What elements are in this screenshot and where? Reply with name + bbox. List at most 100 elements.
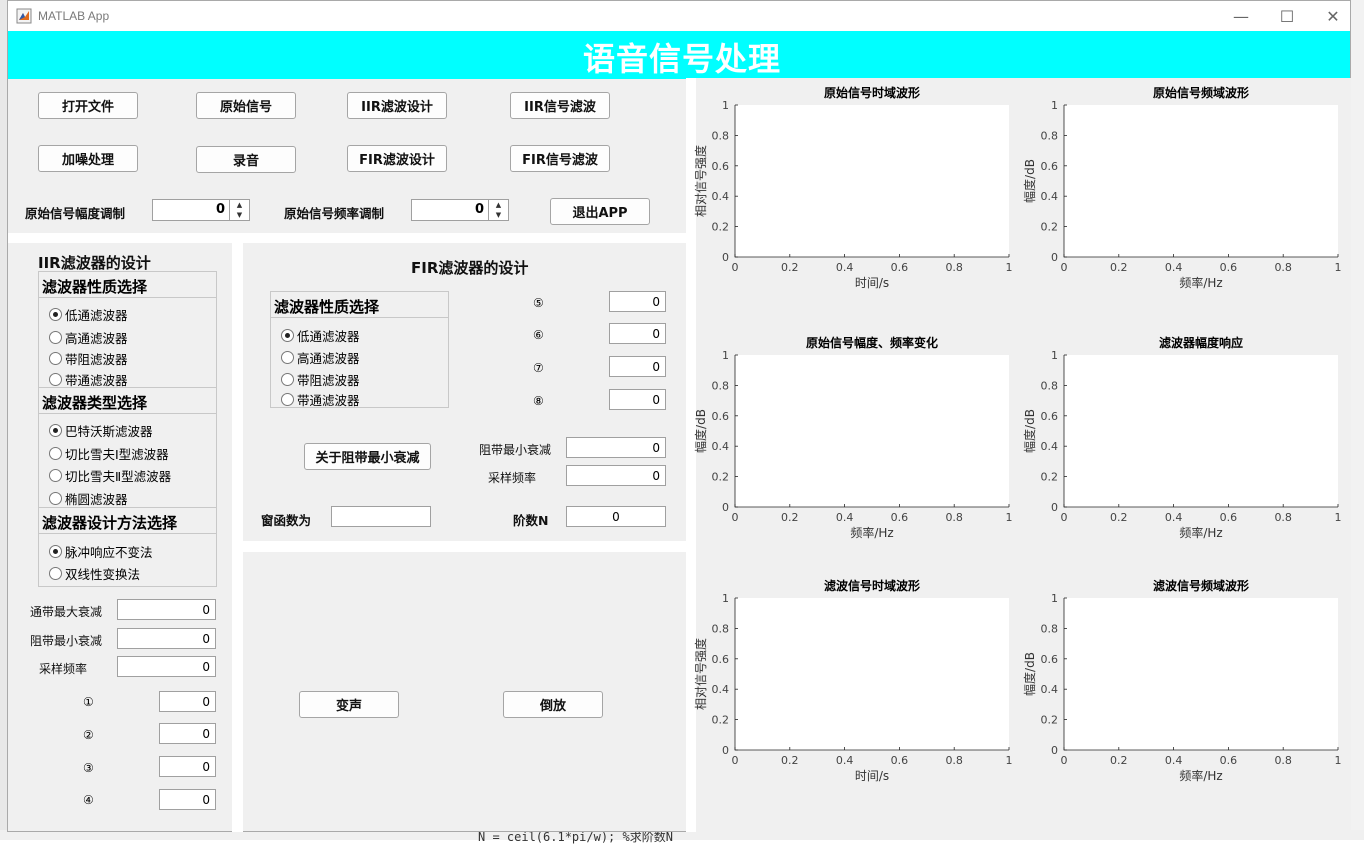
fir-param-6-label: ⑥ bbox=[533, 328, 544, 342]
x-tick-label: 1 bbox=[1006, 261, 1013, 274]
fir-window-field[interactable] bbox=[331, 506, 431, 527]
fir-param-6-field[interactable]: 0 bbox=[609, 323, 666, 344]
x-tick-label: 1 bbox=[1335, 261, 1342, 274]
plot-axes-1[interactable]: 原始信号时域波形 0 0.2 0.4 0.6 0.8 1 0 0.2 0.4 0.6 0.8 1 时间/s… bbox=[690, 80, 1054, 302]
iir-fs-field[interactable]: 0 bbox=[117, 656, 216, 677]
spinner-up-icon[interactable]: ▲ bbox=[489, 200, 508, 210]
x-axis-label: 时间/s bbox=[855, 276, 889, 290]
record-button[interactable]: 录音 bbox=[196, 146, 296, 173]
y-tick-label: 1 bbox=[722, 592, 729, 605]
fir-design-button[interactable]: FIR滤波设计 bbox=[347, 145, 447, 172]
plot-axes-3[interactable]: 原始信号幅度、频率变化 0 0.2 0.4 0.6 0.8 1 0 0.2 0.4 0.6 0.8 1 频… bbox=[690, 330, 1054, 552]
iir-pass-max-label: 通带最大衰减 bbox=[30, 605, 103, 619]
fir-stop-min-field[interactable]: 0 bbox=[566, 437, 666, 458]
fir-nature-bandpass-radio[interactable]: 带通滤波器 bbox=[281, 390, 360, 409]
amplitude-mod-spinner[interactable]: 0 ▲ ▼ bbox=[152, 199, 250, 221]
fir-nature-highpass-radio[interactable]: 高通滤波器 bbox=[281, 348, 360, 367]
spinner-arrows[interactable]: ▲ ▼ bbox=[229, 200, 249, 220]
x-tick-label: 0 bbox=[732, 754, 739, 767]
x-tick-label: 0.6 bbox=[891, 511, 909, 524]
fir-param-7-field[interactable]: 0 bbox=[609, 356, 666, 377]
y-tick-label: 1 bbox=[722, 349, 729, 362]
x-tick-label: 0.8 bbox=[1274, 511, 1292, 524]
minimize-button[interactable]: — bbox=[1218, 1, 1264, 31]
radio-icon bbox=[49, 492, 62, 505]
y-tick-label: 0.2 bbox=[712, 471, 730, 484]
plot-axes-4[interactable]: 滤波器幅度响应 0 0.2 0.4 0.6 0.8 1 0 0.2 0.4 0.6 0.8 1 频率/Hz… bbox=[1019, 330, 1364, 552]
fir-order-field[interactable]: 0 bbox=[566, 506, 666, 527]
y-tick-label: 0 bbox=[1051, 501, 1058, 514]
plot-title: 原始信号频域波形 bbox=[1153, 85, 1249, 100]
iir-method-bilinear-radio[interactable]: 双线性变换法 bbox=[49, 564, 140, 583]
maximize-button[interactable]: ☐ bbox=[1264, 1, 1310, 31]
original-signal-button[interactable]: 原始信号 bbox=[196, 92, 296, 119]
plot-area bbox=[1064, 105, 1338, 257]
y-tick-label: 0.2 bbox=[1041, 471, 1059, 484]
iir-method-group: 滤波器设计方法选择 脉冲响应不变法 双线性变换法 bbox=[38, 507, 217, 587]
reverse-button[interactable]: 倒放 bbox=[503, 691, 603, 718]
radio-icon bbox=[49, 352, 62, 365]
iir-panel-title: IIR滤波器的设计 bbox=[38, 254, 151, 272]
spinner-down-icon[interactable]: ▼ bbox=[230, 210, 249, 220]
x-tick-label: 0 bbox=[1061, 261, 1068, 274]
iir-param-3-field[interactable]: 0 bbox=[159, 756, 216, 777]
radio-icon bbox=[49, 469, 62, 482]
x-tick-label: 1 bbox=[1006, 511, 1013, 524]
x-axis-label: 时间/s bbox=[855, 769, 889, 783]
matlab-icon bbox=[16, 8, 32, 24]
iir-stop-min-field[interactable]: 0 bbox=[117, 628, 216, 649]
x-tick-label: 1 bbox=[1335, 511, 1342, 524]
group-separator bbox=[39, 413, 216, 414]
spinner-up-icon[interactable]: ▲ bbox=[230, 200, 249, 210]
fir-param-8-field[interactable]: 0 bbox=[609, 389, 666, 410]
iir-pass-max-field[interactable]: 0 bbox=[117, 599, 216, 620]
fir-nature-bandstop-radio[interactable]: 带阻滤波器 bbox=[281, 370, 360, 389]
iir-nature-highpass-radio[interactable]: 高通滤波器 bbox=[49, 328, 128, 347]
spinner-arrows[interactable]: ▲ ▼ bbox=[488, 200, 508, 220]
iir-type-cheby1-radio[interactable]: 切比雪夫Ⅰ型滤波器 bbox=[49, 444, 169, 463]
group-separator bbox=[39, 533, 216, 534]
app-title: 语音信号处理 bbox=[582, 40, 781, 78]
frequency-mod-spinner[interactable]: 0 ▲ ▼ bbox=[411, 199, 509, 221]
fir-param-8-label: ⑧ bbox=[533, 394, 544, 408]
iir-nature-bandstop-radio[interactable]: 带阻滤波器 bbox=[49, 349, 128, 368]
x-tick-label: 0.4 bbox=[1165, 511, 1183, 524]
x-tick-label: 1 bbox=[1335, 754, 1342, 767]
iir-type-elliptic-radio[interactable]: 椭圆滤波器 bbox=[49, 489, 128, 508]
radio-icon bbox=[281, 373, 294, 386]
plot-axes-6[interactable]: 滤波信号频域波形 0 0.2 0.4 0.6 0.8 1 0 0.2 0.4 0.6 0.8 1 频率/H… bbox=[1019, 573, 1364, 795]
add-noise-button[interactable]: 加噪处理 bbox=[38, 145, 138, 172]
y-tick-label: 0 bbox=[1051, 744, 1058, 757]
x-tick-label: 0.6 bbox=[891, 754, 909, 767]
iir-method-impulse-radio[interactable]: 脉冲响应不变法 bbox=[49, 542, 153, 561]
fir-nature-lowpass-radio[interactable]: 低通滤波器 bbox=[281, 326, 360, 345]
plot-axes-5[interactable]: 滤波信号时域波形 0 0.2 0.4 0.6 0.8 1 0 0.2 0.4 0.6 0.8 1 时间/s… bbox=[690, 573, 1054, 795]
iir-type-butterworth-radio[interactable]: 巴特沃斯滤波器 bbox=[49, 421, 153, 440]
plot-title: 滤波信号时域波形 bbox=[824, 578, 920, 593]
y-axis-label: 相对信号强度 bbox=[693, 145, 708, 217]
iir-param-2-field[interactable]: 0 bbox=[159, 723, 216, 744]
fir-param-5-field[interactable]: 0 bbox=[609, 291, 666, 312]
iir-type-cheby2-radio[interactable]: 切比雪夫Ⅱ型滤波器 bbox=[49, 466, 171, 485]
plot-axes-2[interactable]: 原始信号频域波形 0 0.2 0.4 0.6 0.8 1 0 0.2 0.4 0.6 0.8 1 频率/H… bbox=[1019, 80, 1364, 302]
fir-fs-field[interactable]: 0 bbox=[566, 465, 666, 486]
iir-param-4-field[interactable]: 0 bbox=[159, 789, 216, 810]
spinner-down-icon[interactable]: ▼ bbox=[489, 210, 508, 220]
exit-app-button[interactable]: 退出APP bbox=[550, 198, 650, 225]
x-tick-label: 0 bbox=[732, 261, 739, 274]
group-separator bbox=[271, 317, 448, 318]
voice-change-button[interactable]: 变声 bbox=[299, 691, 399, 718]
y-tick-label: 0.8 bbox=[712, 622, 730, 635]
iir-nature-lowpass-radio[interactable]: 低通滤波器 bbox=[49, 305, 128, 324]
iir-param-3-label: ③ bbox=[83, 761, 94, 775]
close-button[interactable]: ✕ bbox=[1310, 1, 1356, 31]
iir-design-button[interactable]: IIR滤波设计 bbox=[347, 92, 447, 119]
plot-title: 原始信号时域波形 bbox=[824, 85, 920, 100]
iir-filter-button[interactable]: IIR信号滤波 bbox=[510, 92, 610, 119]
x-tick-label: 0.6 bbox=[1220, 261, 1238, 274]
x-tick-label: 0.2 bbox=[1110, 754, 1128, 767]
about-stopband-button[interactable]: 关于阻带最小衰减 bbox=[304, 443, 431, 470]
fir-filter-button[interactable]: FIR信号滤波 bbox=[510, 145, 610, 172]
open-file-button[interactable]: 打开文件 bbox=[38, 92, 138, 119]
iir-param-1-field[interactable]: 0 bbox=[159, 691, 216, 712]
